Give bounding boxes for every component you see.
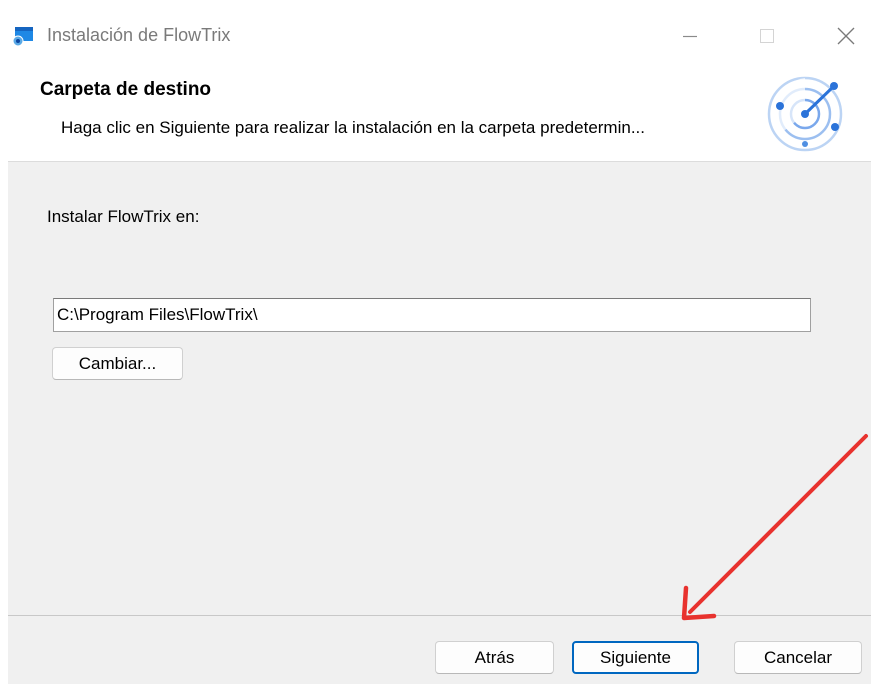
installer-icon [12, 27, 33, 46]
page-subtitle: Haga clic en Siguiente para realizar la … [61, 118, 645, 137]
footer-divider [8, 615, 871, 616]
cancel-button[interactable]: Cancelar [734, 641, 862, 674]
title-bar: Instalación de FlowTrix [8, 8, 871, 60]
page-title: Carpeta de destino [40, 79, 212, 100]
close-button[interactable] [826, 18, 866, 54]
installer-window: Instalación de FlowTrix Carpeta de desti… [8, 8, 871, 684]
install-location-label: Instalar FlowTrix en: [47, 207, 200, 226]
window-title: Instalación de FlowTrix [47, 25, 231, 45]
header-banner: Carpeta de destino Haga clic en Siguient… [8, 60, 871, 162]
install-path-field[interactable] [53, 298, 811, 332]
minimize-icon [683, 35, 697, 38]
radar-logo-icon [767, 76, 843, 152]
change-button[interactable]: Cambiar... [52, 347, 183, 380]
minimize-button[interactable] [670, 18, 710, 54]
maximize-button [747, 18, 787, 54]
back-button[interactable]: Atrás [435, 641, 554, 674]
maximize-icon [760, 29, 774, 43]
close-icon [837, 27, 855, 45]
next-button[interactable]: Siguiente [572, 641, 699, 674]
